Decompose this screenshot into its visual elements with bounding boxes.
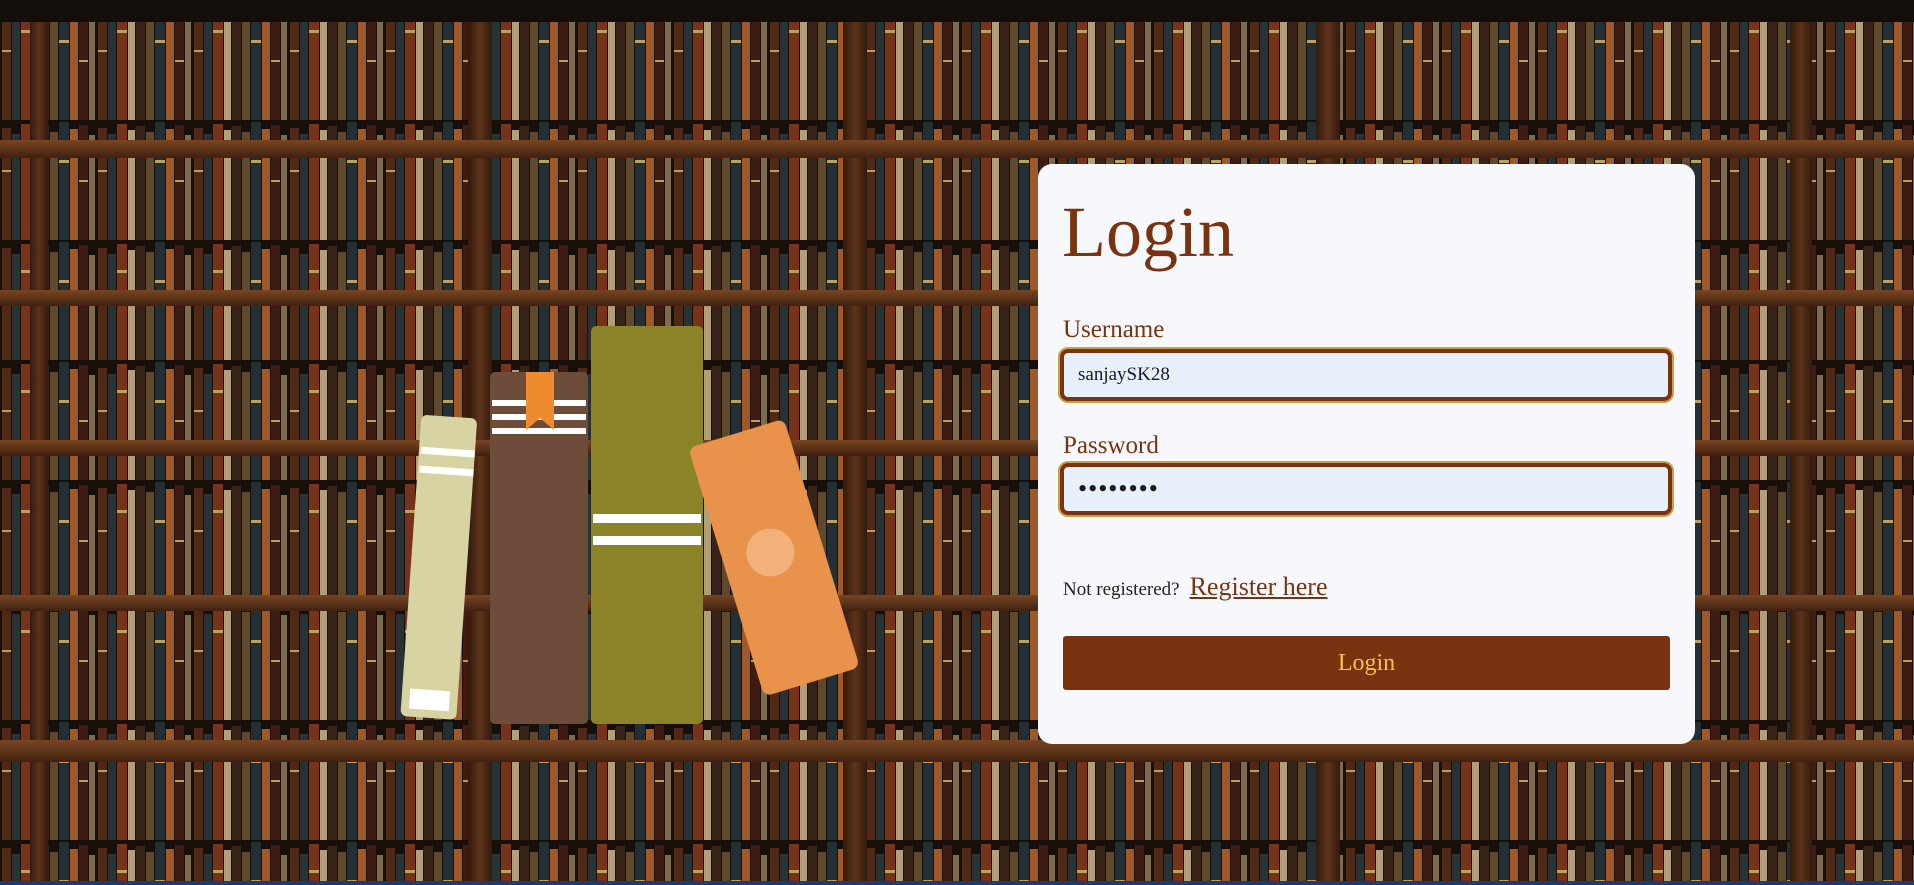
password-label: Password	[1063, 432, 1159, 459]
bottom-strip	[0, 881, 1914, 885]
login-page: Login Username Password Not registered? …	[0, 0, 1914, 885]
register-row: Not registered? Register here	[1063, 572, 1327, 602]
login-button[interactable]: Login	[1063, 636, 1670, 690]
register-link[interactable]: Register here	[1190, 572, 1328, 602]
login-title: Login	[1062, 192, 1234, 272]
username-label: Username	[1063, 316, 1165, 343]
login-card: Login Username Password Not registered? …	[1038, 164, 1695, 744]
register-prompt: Not registered?	[1063, 579, 1180, 600]
username-input[interactable]	[1060, 349, 1672, 401]
password-input[interactable]	[1060, 463, 1672, 515]
books-illustration	[400, 326, 858, 724]
